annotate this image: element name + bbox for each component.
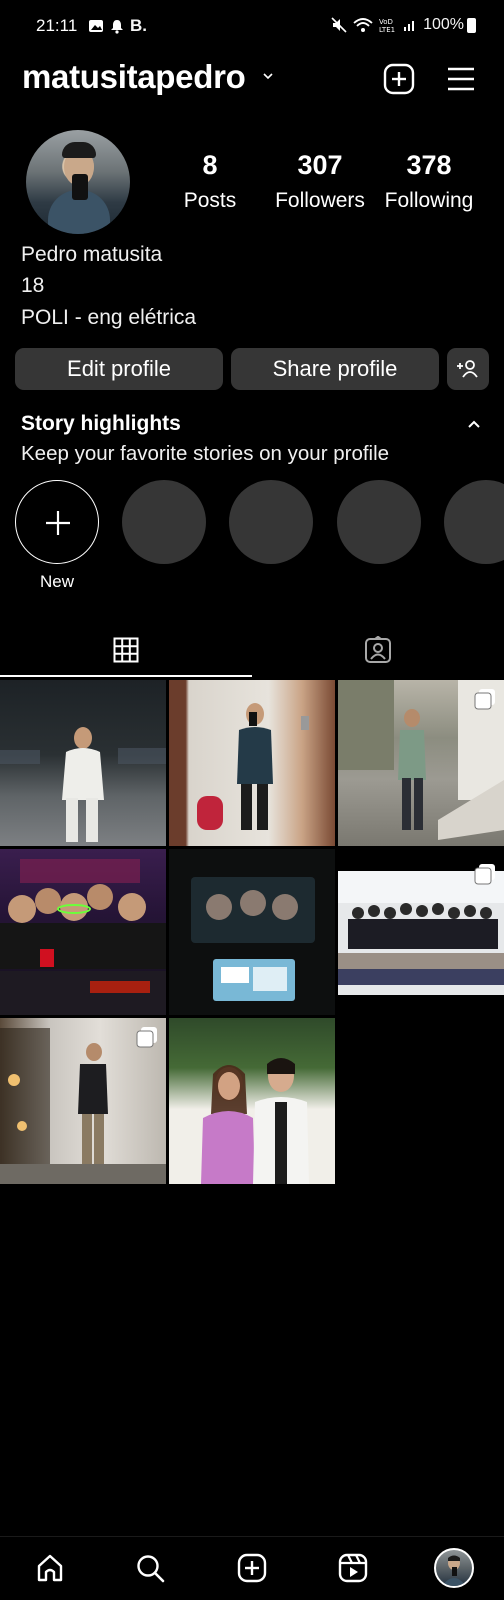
bottom-navigation <box>0 1536 504 1600</box>
highlight-placeholder <box>229 480 313 564</box>
nav-profile-avatar[interactable] <box>434 1548 474 1588</box>
svg-text:LTE1: LTE1 <box>379 26 395 33</box>
following-stat[interactable]: 378 Following <box>376 150 482 213</box>
volte-icon: VoDLTE1 <box>379 18 395 33</box>
multiple-photos-icon <box>136 1027 157 1048</box>
username-switcher[interactable]: matusitapedro <box>22 58 246 96</box>
active-tab-indicator <box>0 675 252 677</box>
create-icon <box>237 1553 267 1583</box>
create-post-icon[interactable] <box>383 63 415 95</box>
highlights-subtitle: Keep your favorite stories on your profi… <box>21 442 390 465</box>
followers-stat[interactable]: 307 Followers <box>268 150 372 213</box>
share-profile-button[interactable]: Share profile <box>231 348 439 390</box>
posts-stat[interactable]: 8 Posts <box>178 150 242 213</box>
search-icon <box>137 1555 165 1583</box>
wifi-icon <box>353 18 373 32</box>
post-thumbnail[interactable] <box>338 849 504 1015</box>
battery-icon <box>467 17 476 33</box>
home-icon <box>37 1554 63 1582</box>
following-label: Following <box>384 189 474 212</box>
chevron-up-icon[interactable] <box>466 418 482 430</box>
tab-tagged[interactable] <box>252 624 504 676</box>
post-thumbnail[interactable] <box>338 680 504 846</box>
profile-avatar[interactable] <box>26 130 130 234</box>
plus-icon <box>46 511 70 535</box>
signal-icon <box>404 21 415 31</box>
posts-count: 8 <box>202 150 218 180</box>
highlights-title: Story highlights <box>21 412 181 435</box>
grid-icon <box>113 637 139 663</box>
add-person-icon <box>457 360 478 378</box>
mute-icon <box>331 17 347 33</box>
status-time: 21:11 <box>36 16 78 35</box>
post-thumbnail[interactable] <box>0 849 166 1015</box>
profile-name: Pedro matusita <box>21 243 163 266</box>
multiple-photos-icon <box>474 689 495 710</box>
tab-posts-grid[interactable] <box>0 624 252 676</box>
battery-percent: 100% <box>423 16 464 33</box>
menu-icon[interactable] <box>447 66 475 92</box>
following-count: 378 <box>406 150 452 180</box>
profile-age: 18 <box>21 274 45 297</box>
chevron-down-icon[interactable] <box>262 70 274 82</box>
highlight-placeholder <box>122 480 206 564</box>
highlight-placeholder <box>337 480 421 564</box>
followers-count: 307 <box>297 150 343 180</box>
carrier-badge: B. <box>130 16 147 35</box>
tagged-icon <box>365 636 391 663</box>
nav-home[interactable] <box>33 1551 67 1585</box>
discover-people-button[interactable] <box>447 348 489 390</box>
post-thumbnail[interactable] <box>169 1018 335 1184</box>
post-thumbnail[interactable] <box>0 1018 166 1184</box>
posts-label: Posts <box>183 189 237 212</box>
followers-label: Followers <box>275 189 365 212</box>
status-bar: 21:11 B. VoD LTE1 100% <box>0 0 504 52</box>
post-thumbnail[interactable] <box>169 849 335 1015</box>
reels-icon <box>338 1553 368 1583</box>
gallery-icon <box>89 20 103 32</box>
notification-bell-icon <box>111 19 123 34</box>
nav-search[interactable] <box>133 1551 167 1585</box>
new-highlight-label: New <box>39 572 74 591</box>
profile-description: POLI - eng elétrica <box>21 306 197 329</box>
highlight-placeholder <box>444 480 504 564</box>
nav-reels[interactable] <box>336 1551 370 1585</box>
nav-create[interactable] <box>235 1551 269 1585</box>
post-thumbnail[interactable] <box>0 680 166 846</box>
multiple-photos-icon <box>474 864 495 885</box>
svg-text:VoD: VoD <box>379 18 393 26</box>
post-thumbnail[interactable] <box>169 680 335 846</box>
new-highlight-button[interactable] <box>15 480 99 564</box>
edit-profile-button[interactable]: Edit profile <box>15 348 223 390</box>
